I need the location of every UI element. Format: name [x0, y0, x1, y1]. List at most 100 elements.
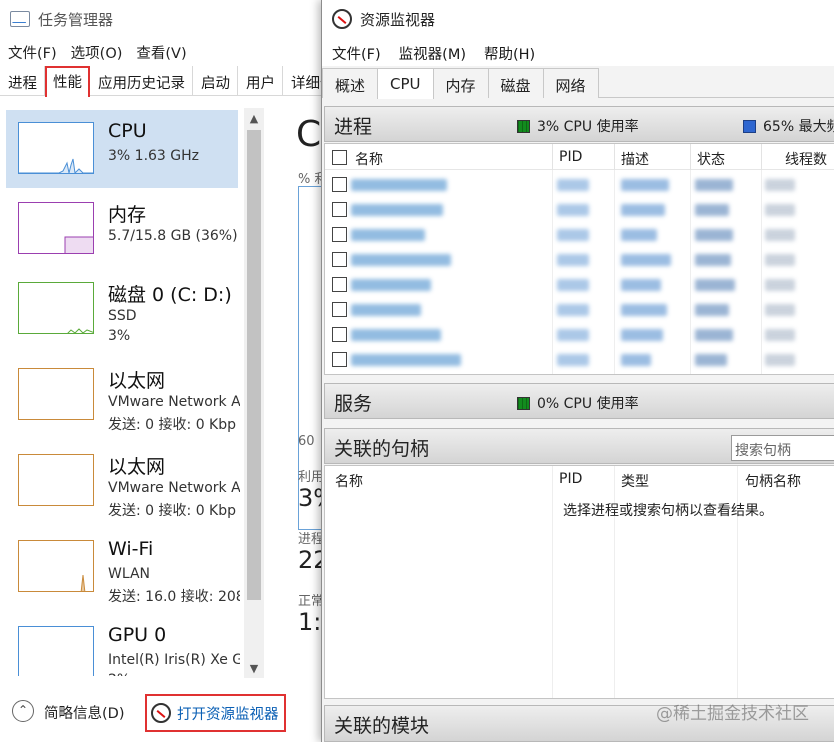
- process-pid-redacted: [557, 329, 589, 341]
- perf-item-detail-2: 发送: 0 接收: 0 Kbp: [108, 503, 237, 519]
- rm-tab-overview[interactable]: 概述: [322, 68, 379, 98]
- process-row[interactable]: [325, 297, 834, 322]
- ethernet-mini-graph: [18, 368, 94, 420]
- process-checkbox[interactable]: [332, 352, 347, 367]
- process-checkbox[interactable]: [332, 177, 347, 192]
- open-resource-monitor-label: 打开资源监视器: [177, 706, 279, 723]
- perf-item-disk[interactable]: 磁盘 0 (C: D:) SSD 3%: [6, 270, 238, 348]
- perf-item-detail: 5.7/15.8 GB (36%): [108, 228, 238, 244]
- processes-cpu-usage-text: 3% CPU 使用率: [537, 119, 639, 135]
- tm-menu-view[interactable]: 查看(V): [128, 38, 186, 64]
- task-manager-icon: [10, 11, 30, 27]
- watermark: @稀土掘金技术社区: [656, 704, 809, 724]
- process-threads-redacted: [765, 279, 795, 291]
- process-status-redacted: [695, 304, 729, 316]
- process-description-redacted: [621, 304, 667, 316]
- search-handles-input[interactable]: 搜索句柄: [731, 435, 834, 461]
- perf-item-ethernet-1[interactable]: 以太网 VMware Network A 发送: 0 接收: 0 Kbp: [6, 356, 240, 434]
- handles-column-handle-name[interactable]: 句柄名称: [745, 471, 801, 491]
- process-pid-redacted: [557, 279, 589, 291]
- process-threads-redacted: [765, 354, 795, 366]
- select-all-checkbox[interactable]: [332, 150, 347, 165]
- resource-monitor-icon: [151, 703, 171, 723]
- column-description[interactable]: 描述: [621, 149, 649, 169]
- rm-menu-monitor[interactable]: 监视器(M): [389, 38, 466, 66]
- memory-mini-graph: [18, 202, 94, 254]
- process-row[interactable]: [325, 322, 834, 347]
- handles-column-type[interactable]: 类型: [621, 471, 649, 491]
- process-threads-redacted: [765, 179, 795, 191]
- process-row[interactable]: [325, 247, 834, 272]
- column-separator: [552, 144, 553, 170]
- handles-column-name[interactable]: 名称: [335, 471, 363, 491]
- rm-tab-memory[interactable]: 内存: [432, 68, 489, 98]
- perf-sidebar-scrollbar[interactable]: ▲ ▼: [244, 108, 264, 678]
- process-row[interactable]: [325, 197, 834, 222]
- cpu-mini-graph: [18, 122, 94, 174]
- process-row[interactable]: [325, 347, 834, 372]
- perf-item-wifi[interactable]: Wi-Fi WLAN 发送: 16.0 接收: 208: [6, 528, 240, 606]
- wifi-mini-graph: [18, 540, 94, 592]
- fewer-details-link[interactable]: 简略信息(D): [44, 702, 124, 723]
- tm-menu-file[interactable]: 文件(F): [0, 38, 57, 64]
- rm-titlebar: 资源监视器: [322, 0, 834, 38]
- rm-tab-network[interactable]: 网络: [542, 68, 599, 98]
- tab-users[interactable]: 用户: [238, 66, 283, 95]
- sort-ascending-icon: ⌃: [721, 143, 730, 151]
- tab-processes[interactable]: 进程: [0, 66, 45, 95]
- process-row[interactable]: [325, 272, 834, 297]
- process-row[interactable]: [325, 172, 834, 197]
- column-name[interactable]: 名称: [355, 149, 383, 169]
- perf-item-cpu[interactable]: CPU 3% 1.63 GHz: [6, 110, 238, 188]
- process-description-redacted: [621, 204, 665, 216]
- process-description-redacted: [621, 229, 657, 241]
- handles-column-pid[interactable]: PID: [559, 471, 582, 487]
- rm-menu-file[interactable]: 文件(F): [322, 38, 381, 66]
- collapse-chevron-icon[interactable]: ⌃: [12, 700, 34, 722]
- tab-startup[interactable]: 启动: [193, 66, 238, 95]
- column-pid[interactable]: PID: [559, 149, 582, 165]
- perf-item-name: 内存: [108, 204, 147, 226]
- process-pid-redacted: [557, 229, 589, 241]
- process-threads-redacted: [765, 204, 795, 216]
- process-checkbox[interactable]: [332, 327, 347, 342]
- scroll-up-icon[interactable]: ▲: [247, 112, 261, 126]
- column-separator: [690, 144, 691, 170]
- process-checkbox[interactable]: [332, 252, 347, 267]
- rm-tab-cpu[interactable]: CPU: [377, 68, 434, 99]
- process-status-redacted: [695, 254, 731, 266]
- scrollbar-thumb[interactable]: [247, 130, 261, 600]
- process-checkbox[interactable]: [332, 277, 347, 292]
- column-status[interactable]: 状态: [697, 149, 725, 169]
- process-checkbox[interactable]: [332, 302, 347, 317]
- process-checkbox[interactable]: [332, 227, 347, 242]
- rm-menubar: 文件(F) 监视器(M) 帮助(H): [322, 38, 834, 66]
- perf-item-memory[interactable]: 内存 5.7/15.8 GB (36%): [6, 190, 238, 268]
- tab-app-history[interactable]: 应用历史记录: [90, 66, 193, 95]
- services-section-header[interactable]: 服务 0% CPU 使用率: [324, 383, 834, 419]
- handles-section-header[interactable]: 关联的句柄 搜索句柄: [324, 428, 834, 464]
- graph-seconds-label: 60: [298, 434, 315, 449]
- tm-menubar: 文件(F) 选项(O) 查看(V): [0, 38, 193, 64]
- process-name-redacted: [351, 304, 421, 316]
- open-resource-monitor-link[interactable]: 打开资源监视器: [145, 694, 286, 732]
- perf-item-gpu[interactable]: GPU 0 Intel(R) Iris(R) Xe G 2%: [6, 614, 240, 676]
- process-row[interactable]: [325, 222, 834, 247]
- process-status-redacted: [695, 204, 729, 216]
- process-description-redacted: [621, 329, 663, 341]
- processes-header-label: 进程: [334, 116, 373, 138]
- handles-table: 名称 ⌃ PID 类型 句柄名称 选择进程或搜索句柄以查看结果。: [324, 465, 834, 699]
- tm-menu-options[interactable]: 选项(O): [63, 38, 123, 64]
- process-status-redacted: [695, 179, 733, 191]
- column-separator: [614, 144, 615, 170]
- perf-item-ethernet-2[interactable]: 以太网 VMware Network A 发送: 0 接收: 0 Kbp: [6, 442, 240, 520]
- rm-tab-disk[interactable]: 磁盘: [487, 68, 544, 98]
- max-frequency-indicator-icon: [743, 119, 756, 133]
- processes-section-header[interactable]: 进程 3% CPU 使用率 65% 最大频: [324, 106, 834, 142]
- process-checkbox[interactable]: [332, 202, 347, 217]
- rm-menu-help[interactable]: 帮助(H): [474, 38, 535, 66]
- process-threads-redacted: [765, 254, 795, 266]
- tab-performance[interactable]: 性能: [45, 66, 90, 97]
- column-threads[interactable]: 线程数: [785, 149, 827, 169]
- scroll-down-icon[interactable]: ▼: [247, 662, 261, 676]
